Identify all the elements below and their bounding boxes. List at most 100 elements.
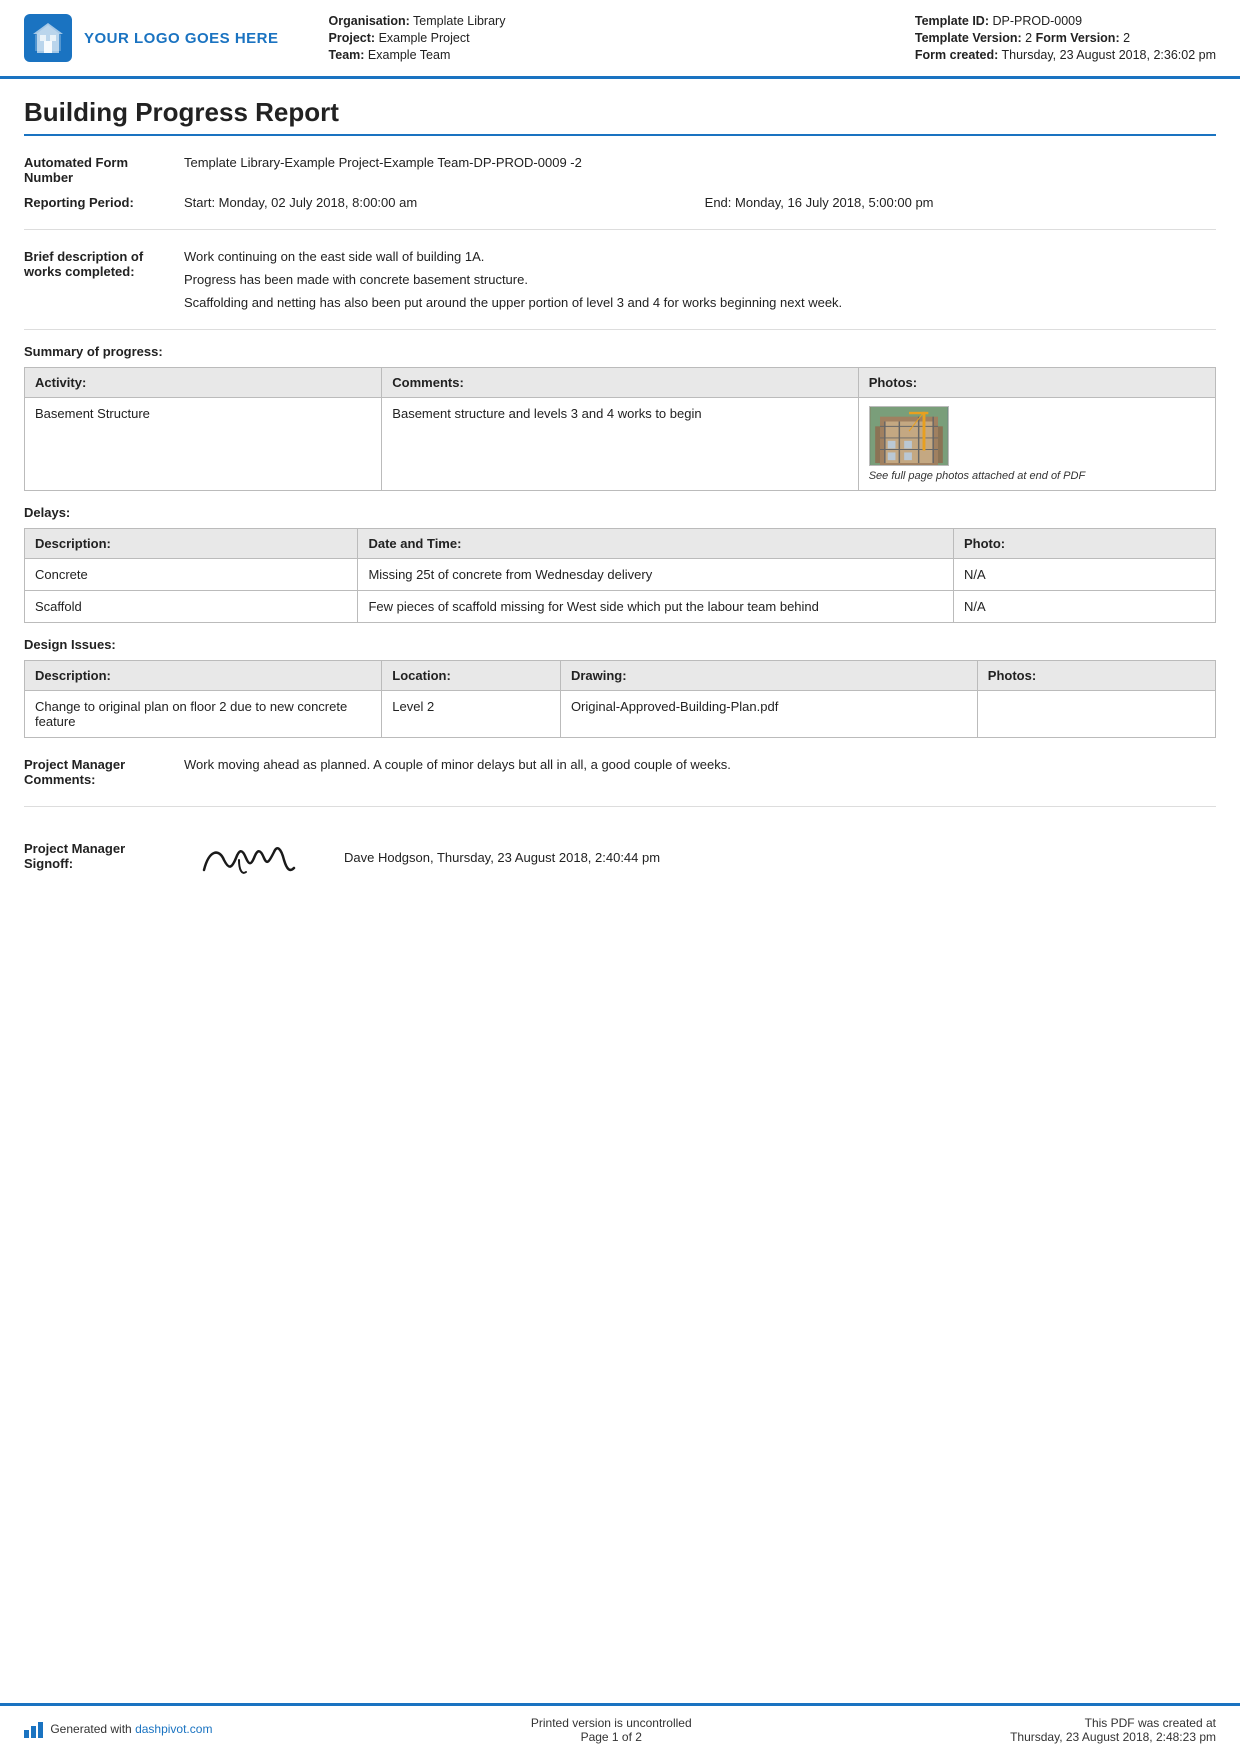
pdf-created-label: This PDF was created at bbox=[1010, 1716, 1216, 1730]
design-issues-table: Description: Location: Drawing: Photos: … bbox=[24, 660, 1216, 738]
summary-table: Activity: Comments: Photos: Basement Str… bbox=[24, 367, 1216, 491]
brief-description-label: Brief description of works completed: bbox=[24, 244, 184, 315]
photo-cell-1: See full page photos attached at end of … bbox=[869, 406, 1205, 482]
footer: Generated with dashpivot.com Printed ver… bbox=[0, 1703, 1240, 1754]
bar-chart-icon bbox=[24, 1722, 43, 1738]
design-issues-col-description: Description: bbox=[25, 661, 382, 691]
reporting-period-end: End: Monday, 16 July 2018, 5:00:00 pm bbox=[705, 190, 1216, 215]
summary-row-1: Basement Structure Basement structure an… bbox=[25, 398, 1216, 491]
pm-comments-value: Work moving ahead as planned. A couple o… bbox=[184, 752, 1216, 792]
summary-col-activity: Activity: bbox=[25, 368, 382, 398]
org-value: Template Library bbox=[413, 14, 505, 28]
team-label: Team: bbox=[329, 48, 365, 62]
design-issues-tbody: Change to original plan on floor 2 due t… bbox=[25, 691, 1216, 738]
logo-icon bbox=[24, 14, 72, 62]
header-center: Organisation: Template Library Project: … bbox=[299, 14, 895, 62]
signature-text: Dave Hodgson, Thursday, 23 August 2018, … bbox=[344, 850, 660, 865]
form-created-label: Form created: bbox=[915, 48, 998, 62]
photo-caption-1: See full page photos attached at end of … bbox=[869, 470, 1085, 482]
design-issue-location-1: Level 2 bbox=[382, 691, 561, 738]
pm-signoff-table: Project Manager Signoff: Dave Hodgson, T… bbox=[24, 821, 1216, 890]
summary-tbody: Basement Structure Basement structure an… bbox=[25, 398, 1216, 491]
delays-col-description: Description: bbox=[25, 529, 358, 559]
delay-row-2: Scaffold Few pieces of scaffold missing … bbox=[25, 591, 1216, 623]
brief-line-1: Work continuing on the east side wall of… bbox=[184, 249, 1208, 264]
page-wrapper: YOUR LOGO GOES HERE Organisation: Templa… bbox=[0, 0, 1240, 1754]
summary-header-row: Activity: Comments: Photos: bbox=[25, 368, 1216, 398]
template-version-label: Template Version: bbox=[915, 31, 1022, 45]
reporting-period-row: Reporting Period: Start: Monday, 02 July… bbox=[24, 190, 1216, 215]
summary-col-photos: Photos: bbox=[858, 368, 1215, 398]
pm-signoff-label: Project Manager Signoff: bbox=[24, 821, 184, 890]
printed-label: Printed version is uncontrolled bbox=[531, 1716, 692, 1730]
bar-2 bbox=[31, 1726, 36, 1738]
bar-1 bbox=[24, 1730, 29, 1738]
content: Building Progress Report Automated Form … bbox=[0, 79, 1240, 1703]
design-issue-photos-1 bbox=[977, 691, 1215, 738]
summary-comments-1: Basement structure and levels 3 and 4 wo… bbox=[382, 398, 858, 491]
delay-datetime-2: Few pieces of scaffold missing for West … bbox=[358, 591, 954, 623]
project-label: Project: bbox=[329, 31, 376, 45]
delays-tbody: Concrete Missing 25t of concrete from We… bbox=[25, 559, 1216, 623]
delay-description-1: Concrete bbox=[25, 559, 358, 591]
form-version-value: 2 bbox=[1123, 31, 1130, 45]
header: YOUR LOGO GOES HERE Organisation: Templa… bbox=[0, 0, 1240, 79]
divider-3 bbox=[24, 806, 1216, 807]
design-issues-col-drawing: Drawing: bbox=[560, 661, 977, 691]
project-value: Example Project bbox=[379, 31, 470, 45]
form-created-value: Thursday, 23 August 2018, 2:36:02 pm bbox=[1002, 48, 1217, 62]
generated-text: Generated with bbox=[50, 1722, 135, 1736]
summary-activity-1: Basement Structure bbox=[25, 398, 382, 491]
org-row: Organisation: Template Library bbox=[329, 14, 895, 28]
summary-photos-1: See full page photos attached at end of … bbox=[858, 398, 1215, 491]
bar-3 bbox=[38, 1722, 43, 1738]
automated-form-label: Automated Form Number bbox=[24, 150, 184, 190]
divider-1 bbox=[24, 229, 1216, 230]
delays-thead: Description: Date and Time: Photo: bbox=[25, 529, 1216, 559]
footer-center: Printed version is uncontrolled Page 1 o… bbox=[531, 1716, 692, 1744]
org-label: Organisation: bbox=[329, 14, 410, 28]
header-right: Template ID: DP-PROD-0009 Template Versi… bbox=[915, 14, 1216, 62]
design-issue-row-1: Change to original plan on floor 2 due t… bbox=[25, 691, 1216, 738]
template-version-value: 2 bbox=[1025, 31, 1032, 45]
team-row: Team: Example Team bbox=[329, 48, 895, 62]
template-id-value: DP-PROD-0009 bbox=[992, 14, 1082, 28]
design-issue-description-1: Change to original plan on floor 2 due t… bbox=[25, 691, 382, 738]
brief-line-3: Scaffolding and netting has also been pu… bbox=[184, 295, 1208, 310]
dashpivot-link[interactable]: dashpivot.com bbox=[135, 1722, 212, 1736]
delay-photo-2: N/A bbox=[953, 591, 1215, 623]
pm-comments-label: Project Manager Comments: bbox=[24, 752, 184, 792]
summary-section-header: Summary of progress: bbox=[24, 344, 1216, 359]
project-row: Project: Example Project bbox=[329, 31, 895, 45]
footer-right: This PDF was created at Thursday, 23 Aug… bbox=[1010, 1716, 1216, 1744]
summary-col-comments: Comments: bbox=[382, 368, 858, 398]
pm-signoff-row: Project Manager Signoff: Dave Hodgson, T… bbox=[24, 821, 1216, 890]
pdf-created-value: Thursday, 23 August 2018, 2:48:23 pm bbox=[1010, 1730, 1216, 1744]
brief-description-table: Brief description of works completed: Wo… bbox=[24, 244, 1216, 315]
design-issues-thead: Description: Location: Drawing: Photos: bbox=[25, 661, 1216, 691]
summary-thead: Activity: Comments: Photos: bbox=[25, 368, 1216, 398]
brief-description-row: Brief description of works completed: Wo… bbox=[24, 244, 1216, 315]
delays-col-photo: Photo: bbox=[953, 529, 1215, 559]
reporting-period-label: Reporting Period: bbox=[24, 190, 184, 215]
design-issue-drawing-1: Original-Approved-Building-Plan.pdf bbox=[560, 691, 977, 738]
design-issues-col-location: Location: bbox=[382, 661, 561, 691]
photo-thumb-1 bbox=[869, 406, 949, 466]
form-created-row: Form created: Thursday, 23 August 2018, … bbox=[915, 48, 1216, 62]
delays-table: Description: Date and Time: Photo: Concr… bbox=[24, 528, 1216, 623]
delay-row-1: Concrete Missing 25t of concrete from We… bbox=[25, 559, 1216, 591]
template-id-row: Template ID: DP-PROD-0009 bbox=[915, 14, 1216, 28]
divider-2 bbox=[24, 329, 1216, 330]
brief-line-2: Progress has been made with concrete bas… bbox=[184, 272, 1208, 287]
report-title: Building Progress Report bbox=[24, 97, 1216, 136]
design-issues-header-row: Description: Location: Drawing: Photos: bbox=[25, 661, 1216, 691]
page-label: Page 1 of 2 bbox=[531, 1730, 692, 1744]
logo-area: YOUR LOGO GOES HERE bbox=[24, 14, 279, 62]
automated-form-row: Automated Form Number Template Library-E… bbox=[24, 150, 1216, 190]
delays-col-datetime: Date and Time: bbox=[358, 529, 954, 559]
version-row: Template Version: 2 Form Version: 2 bbox=[915, 31, 1216, 45]
delays-header-row: Description: Date and Time: Photo: bbox=[25, 529, 1216, 559]
pm-signoff-cell: Dave Hodgson, Thursday, 23 August 2018, … bbox=[184, 821, 1216, 890]
delay-description-2: Scaffold bbox=[25, 591, 358, 623]
footer-left: Generated with dashpivot.com bbox=[24, 1722, 212, 1738]
